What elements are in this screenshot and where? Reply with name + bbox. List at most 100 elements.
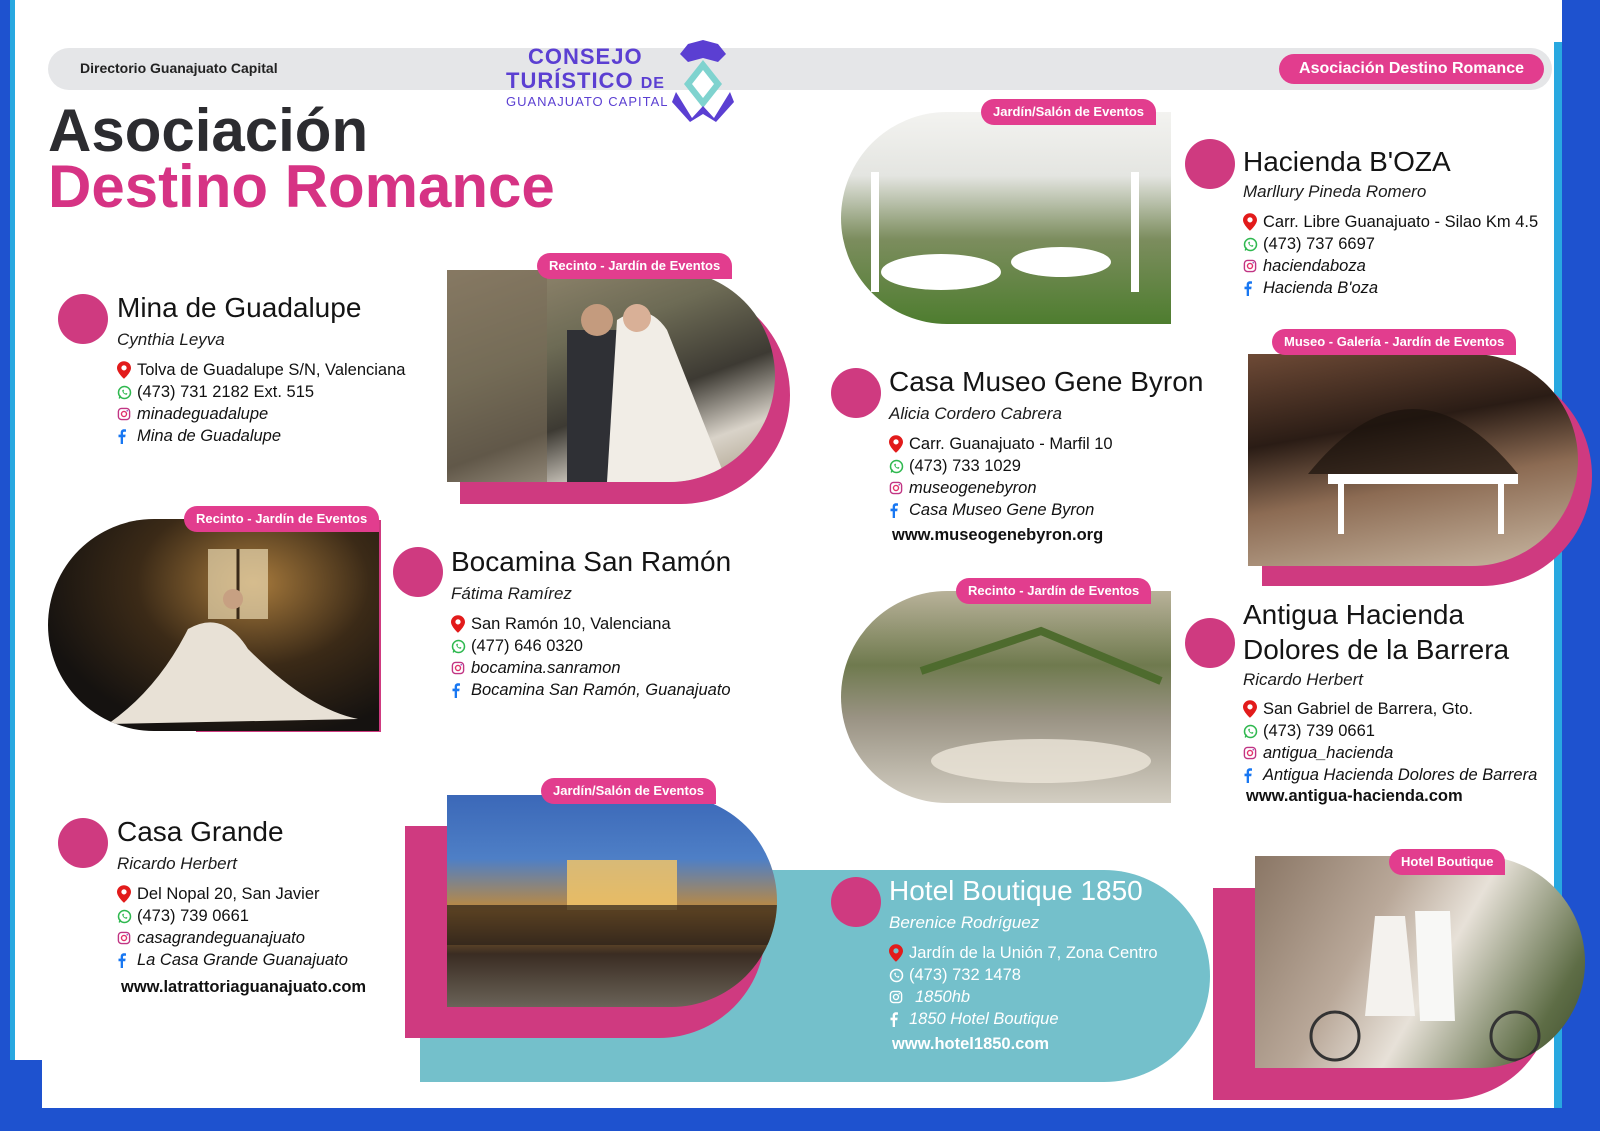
instagram-handle[interactable]: 1850hb <box>915 986 970 1008</box>
instagram-handle[interactable]: minadeguadalupe <box>137 403 268 425</box>
venue-name-mina: Mina de Guadalupe <box>117 292 362 323</box>
facebook-page[interactable]: La Casa Grande Guanajuato <box>137 949 348 971</box>
venue-photo-casa-grande <box>447 795 777 1007</box>
facebook-page[interactable]: Bocamina San Ramón, Guanajuato <box>471 679 731 701</box>
bride-photo-illustration <box>108 549 358 724</box>
whatsapp-icon <box>451 639 466 654</box>
venue-contact-hotel: Berenice Rodríguez <box>889 913 1040 932</box>
greenhouse-photo-illustration <box>919 626 1163 783</box>
garden-hall-photo-illustration <box>871 172 1139 292</box>
venue-contact-casa-grande: Ricardo Herbert <box>117 854 237 873</box>
venue-details-boza: Carr. Libre Guanajuato - Silao Km 4.5 (4… <box>1243 211 1538 299</box>
facebook-page[interactable]: 1850 Hotel Boutique <box>909 1008 1059 1030</box>
whatsapp-icon <box>1243 724 1258 739</box>
directory-label: Directorio Guanajuato Capital <box>80 60 278 76</box>
facebook-icon <box>889 1012 898 1027</box>
logo-emblem-icon <box>672 40 734 122</box>
whatsapp-icon <box>889 459 904 474</box>
entry-bullet <box>1185 618 1235 668</box>
venue-contact-boza: Marllury Pineda Romero <box>1243 182 1427 201</box>
instagram-icon <box>1243 259 1257 273</box>
facebook-page[interactable]: Mina de Guadalupe <box>137 425 281 447</box>
instagram-handle[interactable]: casagrandeguanajuato <box>137 927 305 949</box>
instagram-icon <box>117 931 131 945</box>
phone: (473) 733 1029 <box>909 457 1021 475</box>
couple-bicycles-photo-illustration <box>1309 911 1541 1062</box>
phone: (473) 732 1478 <box>909 966 1021 984</box>
logo-line3: GUANAJUATO CAPITAL <box>506 94 669 109</box>
entry-bullet <box>1185 139 1235 189</box>
logo-line2-suffix: DE <box>640 75 665 92</box>
venue-name-antigua: Antigua Hacienda Dolores de la Barrera <box>1243 597 1509 667</box>
logo-line2: TURÍSTICO DE <box>506 68 665 94</box>
category-tag-bocamina: Recinto - Jardín de Eventos <box>184 506 380 532</box>
consejo-turistico-logo: CONSEJO TURÍSTICO DE GUANAJUATO CAPITAL <box>504 38 744 124</box>
venue-details-bocamina: San Ramón 10, Valenciana (477) 646 0320 … <box>451 613 731 701</box>
venue-details-gene-byron: Carr. Guanajuato - Marfil 10 (473) 733 1… <box>889 433 1113 521</box>
category-tag-boza: Jardín/Salón de Eventos <box>981 99 1156 125</box>
facebook-page[interactable]: Hacienda B'oza <box>1263 277 1378 299</box>
phone: (473) 739 0661 <box>137 907 249 925</box>
instagram-handle[interactable]: haciendaboza <box>1263 255 1366 277</box>
whatsapp-icon <box>1243 237 1258 252</box>
couple-photo-illustration <box>447 270 727 482</box>
instagram-handle[interactable]: antigua_hacienda <box>1263 742 1393 764</box>
instagram-icon <box>889 990 903 1004</box>
logo-line1: CONSEJO <box>528 44 643 69</box>
frame-bottom-bar <box>0 1108 1600 1131</box>
whatsapp-icon <box>117 909 132 924</box>
venue-contact-gene-byron: Alicia Cordero Cabrera <box>889 404 1062 423</box>
facebook-icon <box>117 953 126 968</box>
whatsapp-icon <box>117 385 132 400</box>
facebook-icon <box>451 683 460 698</box>
instagram-icon <box>117 407 131 421</box>
location-pin-icon <box>889 944 903 962</box>
venue-name-bocamina: Bocamina San Ramón <box>451 546 732 577</box>
facebook-icon <box>1243 281 1252 296</box>
whatsapp-icon <box>889 968 904 983</box>
venue-photo-hotel <box>1255 856 1585 1068</box>
venue-name-hotel: Hotel Boutique 1850 <box>889 875 1143 906</box>
instagram-handle[interactable]: museogenebyron <box>909 477 1037 499</box>
facebook-page[interactable]: Antigua Hacienda Dolores de Barrera <box>1263 764 1537 786</box>
location-pin-icon <box>889 435 903 453</box>
location-pin-icon <box>117 361 131 379</box>
venue-photo-gene-byron <box>1248 354 1578 566</box>
phone: (473) 731 2182 Ext. 515 <box>137 383 315 401</box>
facebook-icon <box>117 429 126 444</box>
venue-name-boza: Hacienda B'OZA <box>1243 146 1451 177</box>
location-pin-icon <box>1243 213 1257 231</box>
venue-details-casa-grande: Del Nopal 20, San Javier (473) 739 0661 … <box>117 883 348 971</box>
venue-details-antigua: San Gabriel de Barrera, Gto. (473) 739 0… <box>1243 698 1537 786</box>
phone: (477) 646 0320 <box>471 637 583 655</box>
venue-name-casa-grande: Casa Grande <box>117 816 284 847</box>
website-link[interactable]: www.antigua-hacienda.com <box>1246 787 1463 806</box>
venue-name-line2: Dolores de la Barrera <box>1243 634 1510 665</box>
instagram-handle[interactable]: bocamina.sanramon <box>471 657 621 679</box>
facebook-icon <box>889 503 898 518</box>
category-tag-antigua: Recinto - Jardín de Eventos <box>956 578 1152 604</box>
address: Carr. Libre Guanajuato - Silao Km 4.5 <box>1263 213 1539 231</box>
frame-left-accent <box>10 0 15 1131</box>
category-tag-gene-byron: Museo - Galería - Jardín de Eventos <box>1272 329 1517 355</box>
instagram-icon <box>1243 746 1257 760</box>
category-tag-casa-grande: Jardín/Salón de Eventos <box>541 778 716 804</box>
website-link[interactable]: www.latrattoriaguanajuato.com <box>121 978 366 997</box>
header-bar: Directorio Guanajuato Capital Asociación… <box>48 48 1552 90</box>
address: San Gabriel de Barrera, Gto. <box>1263 700 1474 718</box>
website-link[interactable]: www.hotel1850.com <box>892 1035 1049 1054</box>
entry-bullet <box>58 818 108 868</box>
phone: (473) 739 0661 <box>1263 722 1375 740</box>
arched-room-photo-illustration <box>1308 409 1518 534</box>
address: Carr. Guanajuato - Marfil 10 <box>909 435 1113 453</box>
website-link[interactable]: www.museogenebyron.org <box>892 526 1103 545</box>
entry-bullet <box>831 368 881 418</box>
venue-name-gene-byron: Casa Museo Gene Byron <box>889 366 1204 397</box>
venue-details-mina: Tolva de Guadalupe S/N, Valenciana (473)… <box>117 359 405 447</box>
facebook-icon <box>1243 768 1252 783</box>
courtyard-photo-illustration <box>447 860 777 945</box>
address: Del Nopal 20, San Javier <box>137 885 320 903</box>
phone: (473) 737 6697 <box>1263 235 1375 253</box>
entry-bullet <box>831 877 881 927</box>
facebook-page[interactable]: Casa Museo Gene Byron <box>909 499 1094 521</box>
